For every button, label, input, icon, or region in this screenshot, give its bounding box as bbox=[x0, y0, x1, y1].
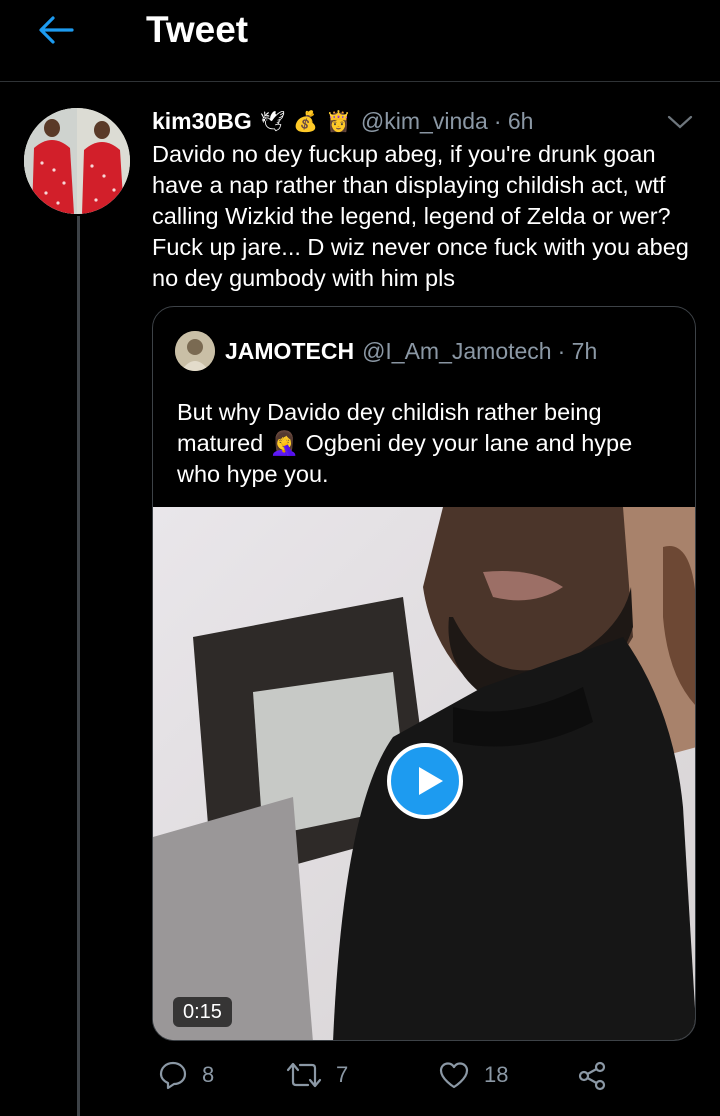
thread-line bbox=[77, 216, 80, 1116]
video-thumbnail[interactable]: 0:15 bbox=[153, 507, 695, 1040]
avatar-photo bbox=[24, 108, 130, 214]
like-button[interactable]: 18 bbox=[438, 1060, 508, 1090]
back-button[interactable] bbox=[32, 8, 80, 52]
display-name[interactable]: kim30BG bbox=[152, 108, 252, 135]
top-bar: Tweet bbox=[0, 0, 720, 82]
tweet-actions: 8 7 18 bbox=[152, 1060, 672, 1100]
tweet-time: · 6h bbox=[493, 107, 534, 134]
heart-icon bbox=[439, 1062, 469, 1089]
handle[interactable]: @kim_vinda bbox=[361, 108, 488, 135]
reply-count: 8 bbox=[202, 1062, 215, 1087]
princess-emoji: 👸 bbox=[326, 110, 351, 133]
quote-avatar bbox=[175, 331, 215, 371]
play-icon bbox=[419, 767, 443, 795]
quote-display-name: JAMOTECH bbox=[225, 337, 355, 364]
avatar[interactable] bbox=[24, 108, 130, 214]
tweet-header: kim30BG 🕊 💰 👸 @kim_vinda · 6h bbox=[152, 104, 533, 138]
quote-handle: @I_Am_Jamotech bbox=[362, 337, 552, 364]
quote-header: JAMOTECH @I_Am_Jamotech · 7h bbox=[175, 331, 597, 371]
facepalm-emoji: 🤦‍♀️ bbox=[269, 430, 300, 456]
retweet-count: 7 bbox=[336, 1062, 349, 1087]
more-options-button[interactable] bbox=[664, 106, 696, 138]
quote-avatar-photo bbox=[175, 331, 215, 371]
dove-emoji: 🕊 bbox=[259, 110, 286, 133]
share-icon bbox=[578, 1061, 606, 1091]
retweet-icon bbox=[286, 1062, 322, 1088]
quote-time: · 7h bbox=[557, 337, 598, 364]
page-title: Tweet bbox=[146, 9, 249, 50]
retweet-button[interactable]: 7 bbox=[286, 1060, 348, 1090]
quoted-tweet[interactable]: JAMOTECH @I_Am_Jamotech · 7h But why Dav… bbox=[152, 306, 696, 1041]
reply-icon bbox=[159, 1061, 187, 1090]
like-count: 18 bbox=[484, 1062, 509, 1087]
reply-button[interactable]: 8 bbox=[158, 1060, 214, 1090]
money-bag-emoji: 💰 bbox=[293, 110, 319, 133]
play-button[interactable] bbox=[387, 743, 463, 819]
video-duration: 0:15 bbox=[173, 997, 232, 1027]
share-button[interactable] bbox=[576, 1060, 608, 1092]
chevron-down-icon bbox=[667, 115, 693, 129]
back-arrow-icon bbox=[39, 16, 74, 44]
quote-text: But why Davido dey childish rather being… bbox=[177, 397, 657, 490]
tweet-text: Davido no dey fuckup abeg, if you're dru… bbox=[152, 141, 689, 291]
